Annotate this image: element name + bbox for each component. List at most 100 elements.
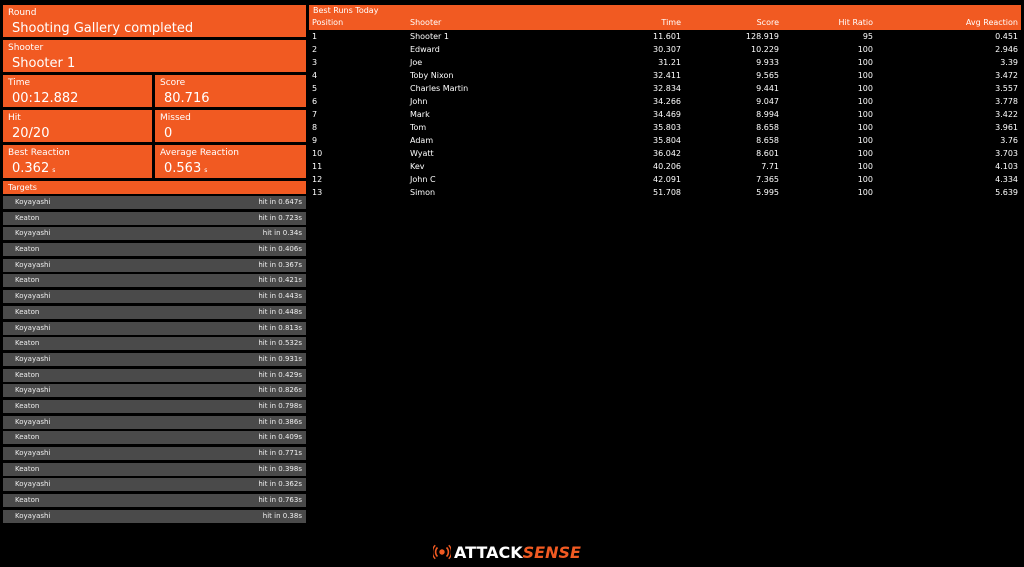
run-score: 9.933 [756, 58, 779, 67]
run-shooter: Adam [410, 136, 434, 145]
run-avg-reaction: 3.961 [995, 123, 1018, 132]
run-position: 9 [312, 136, 318, 145]
target-row[interactable]: Keaton hit in 0.532s [3, 337, 306, 351]
target-result: hit in 0.421s [258, 276, 302, 285]
table-row[interactable]: 12 John C 42.091 7.365 100 4.334 [309, 174, 1021, 187]
run-hit-ratio: 100 [857, 84, 873, 93]
target-row[interactable]: Keaton hit in 0.798s [3, 399, 306, 413]
attacksense-logo: ATTACK SENSE [433, 542, 581, 562]
target-row[interactable]: Keaton hit in 0.421s [3, 274, 306, 288]
target-row[interactable]: Keaton hit in 0.409s [3, 431, 306, 445]
round-label: Round [8, 8, 37, 18]
column-header-position[interactable]: Position [312, 17, 343, 29]
target-row[interactable]: Koyayashi hit in 0.38s [3, 509, 306, 523]
target-row[interactable]: Koyayashi hit in 0.647s [3, 196, 306, 209]
table-row[interactable]: 11 Kev 40.206 7.71 100 4.103 [309, 161, 1021, 174]
run-avg-reaction: 3.472 [995, 71, 1018, 80]
run-time: 34.469 [653, 110, 681, 119]
target-result: hit in 0.723s [258, 213, 302, 222]
run-shooter: Wyatt [410, 149, 434, 158]
target-result: hit in 0.398s [258, 464, 302, 473]
best-reaction-value: 0.362 s [8, 161, 147, 179]
run-avg-reaction: 3.703 [995, 149, 1018, 158]
targets-list[interactable]: Koyayashi hit in 0.647s Keaton hit in 0.723… [3, 196, 306, 525]
target-result: hit in 0.34s [262, 229, 302, 238]
table-row[interactable]: 9 Adam 35.804 8.658 100 3.76 [309, 135, 1021, 148]
target-name: Koyayashi [15, 354, 51, 363]
table-row[interactable]: 6 John 34.266 9.047 100 3.778 [309, 96, 1021, 109]
table-row[interactable]: 4 Toby Nixon 32.411 9.565 100 3.472 [309, 70, 1021, 83]
run-hit-ratio: 100 [857, 175, 873, 184]
target-row[interactable]: Koyayashi hit in 0.362s [3, 478, 306, 492]
table-row[interactable]: 8 Tom 35.803 8.658 100 3.961 [309, 122, 1021, 135]
target-result: hit in 0.429s [258, 370, 302, 379]
round-panel: Round Shooting Gallery completed [3, 5, 306, 37]
run-position: 3 [312, 58, 318, 67]
table-row[interactable]: 7 Mark 34.469 8.994 100 3.422 [309, 109, 1021, 122]
run-score: 8.658 [756, 123, 779, 132]
score-panel: Score 80.716 [155, 75, 306, 107]
target-row[interactable]: Koyayashi hit in 0.443s [3, 290, 306, 304]
run-shooter: Simon [410, 188, 436, 197]
targets-header: Targets [3, 181, 306, 194]
table-row[interactable]: 1 Shooter 1 11.601 128.919 95 0.451 [309, 31, 1021, 44]
target-row[interactable]: Koyayashi hit in 0.931s [3, 352, 306, 366]
missed-label: Missed [160, 113, 191, 123]
target-row[interactable]: Keaton hit in 0.448s [3, 305, 306, 319]
table-row[interactable]: 2 Edward 30.307 10.229 100 2.946 [309, 44, 1021, 57]
target-result: hit in 0.763s [258, 496, 302, 505]
run-hit-ratio: 100 [857, 97, 873, 106]
shooter-value: Shooter 1 [12, 56, 76, 71]
target-row[interactable]: Koyayashi hit in 0.34s [3, 227, 306, 241]
column-header-time[interactable]: Time [661, 17, 681, 29]
run-hit-ratio: 100 [857, 123, 873, 132]
target-name: Koyayashi [15, 449, 51, 457]
run-score: 128.919 [745, 32, 779, 41]
score-value: 80.716 [164, 91, 210, 106]
target-row[interactable]: Koyayashi hit in 0.386s [3, 415, 306, 429]
column-header-hit-ratio[interactable]: Hit Ratio [839, 17, 873, 29]
target-row[interactable]: Keaton hit in 0.398s [3, 462, 306, 476]
run-time: 31.21 [658, 58, 681, 67]
run-position: 1 [312, 32, 318, 41]
target-row[interactable]: Koyayashi hit in 0.826s [3, 384, 306, 398]
run-avg-reaction: 3.39 [1000, 58, 1018, 67]
table-row[interactable]: 10 Wyatt 36.042 8.601 100 3.703 [309, 148, 1021, 161]
target-result: hit in 0.532s [258, 339, 302, 348]
target-row[interactable]: Keaton hit in 0.429s [3, 368, 306, 382]
run-time: 42.091 [653, 175, 681, 184]
table-row[interactable]: 13 Simon 51.708 5.995 100 5.639 [309, 187, 1021, 200]
column-header-avg-reaction[interactable]: Avg Reaction [966, 17, 1018, 29]
column-header-score[interactable]: Score [757, 17, 779, 29]
target-row[interactable]: Keaton hit in 0.763s [3, 494, 306, 508]
target-result: hit in 0.647s [258, 198, 302, 206]
hit-value: 20/20 [12, 126, 50, 141]
table-row[interactable]: 5 Charles Martin 32.834 9.441 100 3.557 [309, 83, 1021, 96]
best-reaction-panel: Best Reaction 0.362 s [3, 145, 152, 178]
target-name: Keaton [15, 276, 40, 285]
target-row[interactable]: Koyayashi hit in 0.367s [3, 258, 306, 272]
hit-label: Hit [8, 113, 21, 123]
target-signal-icon [433, 544, 451, 560]
run-score: 8.601 [756, 149, 779, 158]
target-row[interactable]: Koyayashi hit in 0.813s [3, 321, 306, 335]
run-position: 8 [312, 123, 318, 132]
run-time: 34.266 [653, 97, 681, 106]
run-position: 13 [312, 188, 323, 197]
table-row[interactable]: 3 Joe 31.21 9.933 100 3.39 [309, 57, 1021, 70]
target-name: Keaton [15, 433, 40, 442]
target-name: Keaton [15, 339, 40, 348]
run-hit-ratio: 95 [862, 32, 873, 41]
target-row[interactable]: Keaton hit in 0.406s [3, 243, 306, 257]
target-row[interactable]: Keaton hit in 0.723s [3, 211, 306, 225]
hit-panel: Hit 20/20 [3, 110, 152, 142]
target-result: hit in 0.826s [258, 386, 302, 395]
run-avg-reaction: 4.334 [995, 175, 1018, 184]
target-result: hit in 0.443s [258, 292, 302, 301]
run-hit-ratio: 100 [857, 149, 873, 158]
run-avg-reaction: 3.557 [995, 84, 1018, 93]
target-result: hit in 0.38s [262, 511, 302, 520]
run-hit-ratio: 100 [857, 110, 873, 119]
target-row[interactable]: Koyayashi hit in 0.771s [3, 447, 306, 460]
column-header-shooter[interactable]: Shooter [410, 17, 441, 29]
